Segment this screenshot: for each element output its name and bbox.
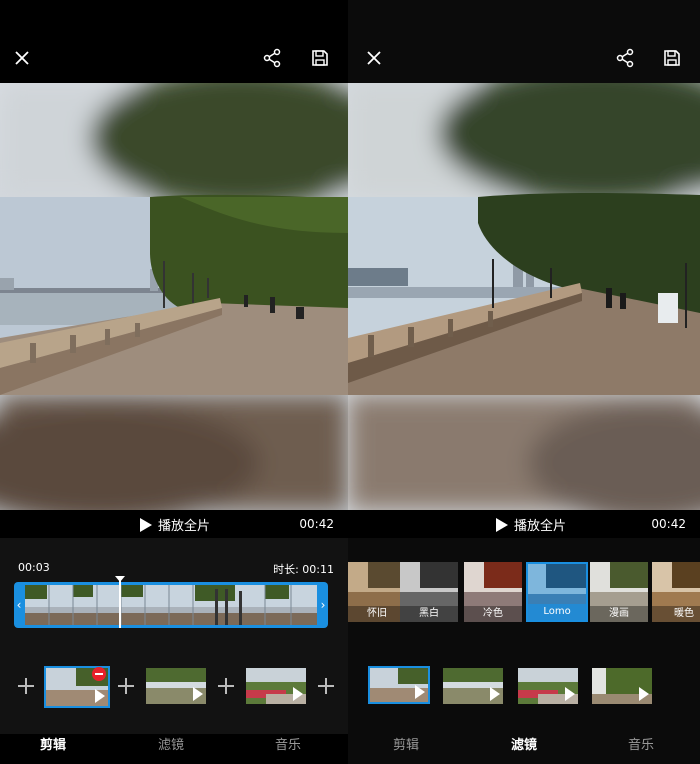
tab-filter[interactable]: 滤镜: [494, 734, 554, 753]
bottom-tabs: 剪辑 滤镜 音乐: [348, 734, 700, 754]
save-icon: [664, 50, 680, 66]
save-button[interactable]: [656, 40, 688, 76]
filter-label: 冷色: [464, 606, 522, 622]
clip-duration: 时长: 00:11: [273, 563, 334, 576]
bottom-tabs: 剪辑 滤镜 音乐: [0, 734, 348, 754]
clip-thumbnail[interactable]: [443, 668, 503, 704]
save-icon: [312, 50, 328, 66]
tab-filter[interactable]: 滤镜: [141, 734, 201, 753]
filter-screen: 播放全片 00:42 怀旧 黑白 冷色 Lomo 漫画 暖色 剪辑 滤镜 音乐: [348, 0, 700, 764]
total-duration: 00:42: [299, 517, 334, 531]
clip-thumbnail[interactable]: [246, 668, 306, 704]
play-icon: [95, 689, 105, 703]
tab-music[interactable]: 音乐: [258, 734, 318, 753]
delete-icon: [95, 673, 103, 675]
play-icon: [193, 687, 203, 701]
play-all-label: 播放全片: [158, 519, 211, 534]
filter-comic[interactable]: 漫画: [590, 562, 648, 622]
tab-edit[interactable]: 剪辑: [376, 734, 436, 753]
video-preview[interactable]: [0, 83, 348, 510]
save-button[interactable]: [304, 40, 336, 76]
play-icon: [415, 685, 425, 699]
clip-thumbnail[interactable]: [592, 668, 652, 704]
close-icon: [15, 51, 29, 65]
clip-strip: [0, 638, 348, 734]
filter-label: 黑白: [400, 606, 458, 622]
add-clip-button[interactable]: [218, 678, 234, 694]
play-row: 播放全片 00:42: [348, 510, 700, 538]
play-row: 播放全片 00:42: [0, 510, 348, 538]
clip-thumbnail[interactable]: [518, 668, 578, 704]
filter-label: 漫画: [590, 606, 648, 622]
current-time: 00:03: [18, 561, 50, 574]
play-all-button[interactable]: 播放全片: [140, 515, 210, 534]
tab-edit[interactable]: 剪辑: [23, 734, 83, 753]
share-button[interactable]: [609, 40, 641, 76]
top-toolbar: [0, 40, 348, 76]
clip-trimmer[interactable]: ‹ ›: [14, 582, 328, 628]
play-icon: [140, 517, 152, 532]
add-clip-button[interactable]: [118, 678, 134, 694]
filter-cool[interactable]: 冷色: [464, 562, 522, 622]
edit-screen: 播放全片 00:42 00:03 时长: 00:11 ‹ › 剪辑 滤镜 音乐: [0, 0, 348, 764]
timeline-area: 00:03 时长: 00:11 ‹ ›: [0, 538, 348, 638]
close-button[interactable]: [358, 40, 390, 76]
filter-label: Lomo: [528, 604, 586, 620]
play-icon: [639, 687, 649, 701]
share-icon: [616, 48, 634, 68]
filter-bw[interactable]: 黑白: [400, 562, 458, 622]
clip-thumbnail[interactable]: [146, 668, 206, 704]
delete-clip-button[interactable]: [92, 667, 106, 681]
add-clip-button[interactable]: [18, 678, 34, 694]
close-button[interactable]: [6, 40, 38, 76]
share-icon: [263, 48, 281, 68]
play-icon: [293, 687, 303, 701]
close-icon: [367, 51, 381, 65]
filter-label: 怀旧: [348, 606, 406, 622]
add-clip-button[interactable]: [318, 678, 334, 694]
playhead[interactable]: [115, 576, 125, 628]
play-all-button[interactable]: 播放全片: [496, 515, 566, 534]
filter-label: 暖色: [652, 606, 700, 622]
filter-nostalgia[interactable]: 怀旧: [348, 562, 406, 622]
play-all-label: 播放全片: [514, 519, 567, 534]
clip-strip: [348, 638, 700, 734]
video-preview[interactable]: [348, 83, 700, 510]
clip-thumbnail[interactable]: [368, 666, 430, 704]
frame-strip: [25, 585, 317, 625]
total-duration: 00:42: [651, 517, 686, 531]
trim-handle-left[interactable]: ‹: [14, 582, 24, 628]
play-icon: [490, 687, 500, 701]
play-icon: [565, 687, 575, 701]
play-icon: [496, 517, 508, 532]
trim-handle-right[interactable]: ›: [318, 582, 328, 628]
share-button[interactable]: [256, 40, 288, 76]
filter-lomo[interactable]: Lomo: [526, 562, 588, 622]
tab-music[interactable]: 音乐: [611, 734, 671, 753]
filter-warm[interactable]: 暖色: [652, 562, 700, 622]
top-toolbar: [348, 40, 700, 76]
